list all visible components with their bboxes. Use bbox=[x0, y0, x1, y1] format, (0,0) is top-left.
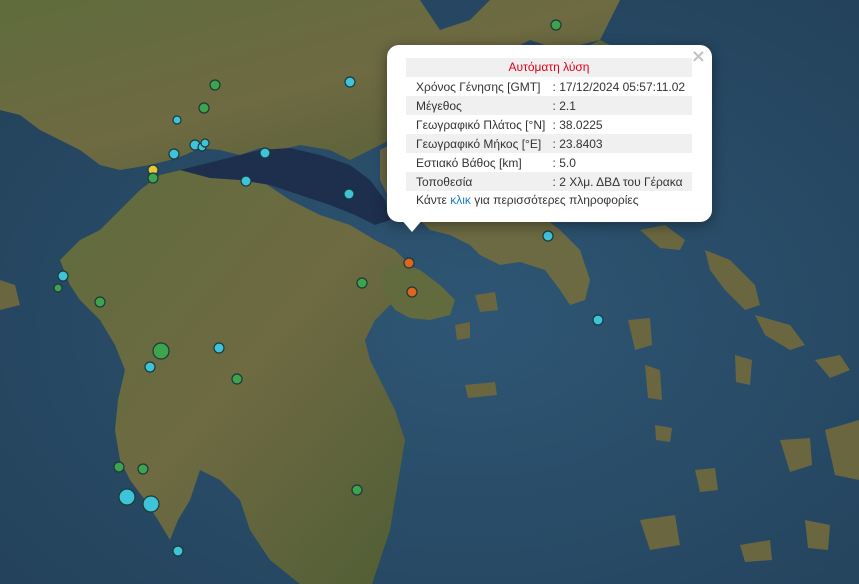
earthquake-marker[interactable] bbox=[147, 172, 159, 184]
earthquake-marker[interactable] bbox=[172, 545, 184, 557]
popup-title: Αυτόματη λύση bbox=[406, 58, 692, 77]
island bbox=[805, 520, 830, 550]
more-suffix: για περισσότερες πληροφορίες bbox=[470, 193, 639, 207]
earthquake-marker[interactable] bbox=[550, 19, 562, 31]
earthquake-marker[interactable] bbox=[94, 296, 106, 308]
value-depth: : 5.0 bbox=[552, 155, 576, 170]
earthquake-marker[interactable] bbox=[343, 188, 355, 200]
earthquake-popup: × Αυτόματη λύση Χρόνος Γένησης [GMT] : 17… bbox=[387, 45, 712, 222]
value-latitude: : 38.0225 bbox=[552, 117, 603, 132]
earthquake-marker[interactable] bbox=[137, 463, 149, 475]
value-longitude: : 23.8403 bbox=[552, 134, 692, 153]
earthquake-marker[interactable] bbox=[200, 138, 210, 148]
earthquake-marker[interactable] bbox=[144, 361, 156, 373]
label-magnitude: Μέγεθος bbox=[406, 96, 553, 115]
earthquake-marker[interactable] bbox=[142, 495, 160, 513]
earthquake-details-table: Χρόνος Γένησης [GMT] : 17/12/2024 05:57:1… bbox=[406, 77, 692, 191]
earthquake-marker[interactable] bbox=[403, 257, 415, 269]
value-magnitude: : 2.1 bbox=[552, 96, 692, 115]
earthquake-marker[interactable] bbox=[356, 277, 368, 289]
label-depth: Εστιακό Βάθος [km] bbox=[416, 155, 522, 170]
row-depth: Εστιακό Βάθος [km] : 5.0 bbox=[406, 153, 692, 172]
popup-pointer bbox=[400, 218, 424, 232]
label-longitude: Γεωγραφικό Μήκος [°E] bbox=[406, 134, 553, 153]
label-location: Τοποθεσία bbox=[406, 172, 553, 191]
earthquake-marker[interactable] bbox=[57, 270, 69, 282]
earthquake-marker[interactable] bbox=[344, 76, 356, 88]
earthquake-marker[interactable] bbox=[259, 147, 271, 159]
more-prefix: Κάντε bbox=[416, 193, 451, 207]
value-location: : 2 Χλμ. ΔΒΔ του Γέρακα bbox=[552, 172, 692, 191]
earthquake-marker[interactable] bbox=[172, 115, 182, 125]
earthquake-marker[interactable] bbox=[213, 342, 225, 354]
earthquake-marker[interactable] bbox=[53, 283, 63, 293]
earthquake-marker[interactable] bbox=[406, 286, 418, 298]
row-latitude: Γεωγραφικό Πλάτος [°N] : 38.0225 bbox=[406, 115, 692, 134]
earthquake-marker[interactable] bbox=[592, 314, 604, 326]
row-longitude: Γεωγραφικό Μήκος [°E]: 23.8403 bbox=[406, 134, 692, 153]
island bbox=[735, 355, 752, 385]
more-info-text: Κάντε κλικ για περισσότερες πληροφορίες bbox=[406, 193, 692, 207]
row-magnitude: Μέγεθος: 2.1 bbox=[406, 96, 692, 115]
earthquake-marker[interactable] bbox=[118, 488, 136, 506]
row-origin-time: Χρόνος Γένησης [GMT] : 17/12/2024 05:57:1… bbox=[406, 77, 692, 96]
label-latitude: Γεωγραφικό Πλάτος [°N] bbox=[416, 117, 546, 132]
earthquake-marker[interactable] bbox=[209, 79, 221, 91]
earthquake-marker[interactable] bbox=[168, 148, 180, 160]
earthquake-marker[interactable] bbox=[231, 373, 243, 385]
earthquake-marker[interactable] bbox=[113, 461, 125, 473]
label-origin-time: Χρόνος Γένησης [GMT] bbox=[416, 79, 541, 94]
earthquake-marker[interactable] bbox=[240, 175, 252, 187]
row-location: Τοποθεσία: 2 Χλμ. ΔΒΔ του Γέρακα bbox=[406, 172, 692, 191]
earthquake-marker[interactable] bbox=[198, 102, 210, 114]
close-icon[interactable]: × bbox=[691, 48, 706, 66]
earthquake-marker[interactable] bbox=[542, 230, 554, 242]
more-info-link[interactable]: κλικ bbox=[450, 193, 471, 207]
value-origin-time: : 17/12/2024 05:57:11.02 bbox=[552, 79, 686, 94]
earthquake-marker[interactable] bbox=[351, 484, 363, 496]
island bbox=[455, 322, 470, 340]
earthquake-marker[interactable] bbox=[152, 342, 170, 360]
